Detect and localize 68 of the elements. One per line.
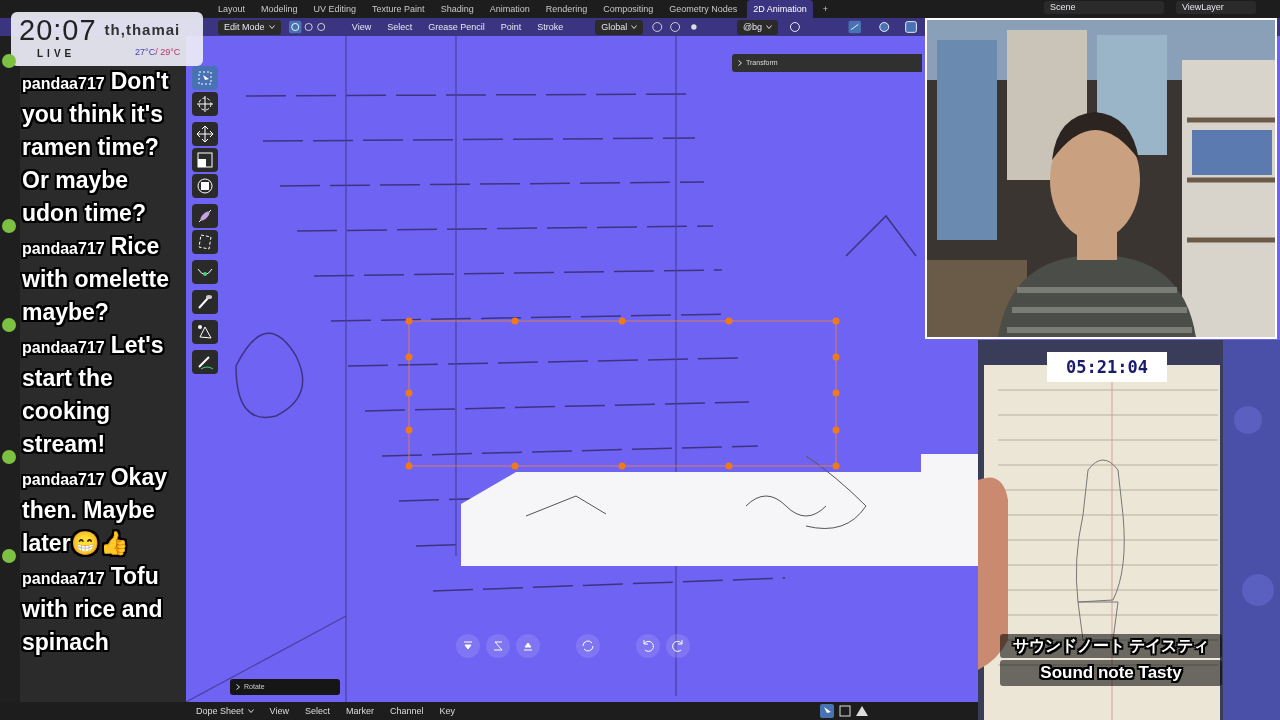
workspace-tab[interactable]: Shading	[434, 0, 480, 18]
tool-button[interactable]	[192, 230, 218, 254]
mode-dropdown[interactable]: Edit Mode	[218, 19, 281, 35]
workspace-tab[interactable]: 2D Animation	[747, 0, 813, 18]
timer-display: 05:21:04	[1047, 352, 1167, 382]
tool-button[interactable]	[192, 290, 218, 314]
workspace-tab[interactable]: Modeling	[255, 0, 304, 18]
workspace-tab[interactable]: Texture Paint	[366, 0, 431, 18]
workspace-tab[interactable]: Layout	[212, 0, 252, 18]
move-icon	[195, 124, 215, 144]
undo-button[interactable]	[636, 634, 660, 658]
scene-field[interactable]: Scene	[1044, 1, 1164, 14]
workspace-tab[interactable]: Animation	[483, 0, 536, 18]
workspace-tab[interactable]: Rendering	[539, 0, 594, 18]
chat-message: pandaa717 Rice with omelette maybe?	[22, 232, 170, 327]
caption-text: Sound note Tasty	[1000, 660, 1222, 686]
location-text: th,thamai	[104, 20, 181, 40]
chat-message: pandaa717 Tofu with rice and spinach	[22, 562, 164, 657]
bottom-menu[interactable]: Channel	[389, 702, 424, 720]
header-menu[interactable]: Point	[500, 18, 522, 36]
select-box-icon	[195, 68, 215, 88]
caret-icon	[631, 25, 638, 29]
bottom-menu[interactable]: Marker	[345, 702, 374, 720]
workspace-tab[interactable]: Compositing	[597, 0, 660, 18]
chat-message: pandaa717 Let's start the cooking stream!	[22, 331, 165, 459]
select-mode-icon[interactable]	[288, 20, 328, 34]
arrow-down-button[interactable]	[456, 634, 480, 658]
cursor-icon	[195, 94, 215, 114]
caret-icon	[247, 709, 254, 713]
tool-button[interactable]	[192, 204, 218, 228]
scale-icon	[195, 150, 215, 170]
bottom-menu[interactable]: Key	[439, 702, 455, 720]
orientation-dropdown[interactable]: Global	[595, 19, 644, 35]
layer-dropdown[interactable]: @bg	[736, 19, 779, 35]
arrow-up-button[interactable]	[516, 634, 540, 658]
chat-message: pandaa717 Don't you think it's ramen time? Or maybe udon time?	[22, 67, 170, 228]
tool-button[interactable]	[192, 320, 218, 344]
chevron-icon	[738, 60, 742, 66]
transform-icon	[195, 176, 215, 196]
editor-type-dropdown[interactable]: Dope Sheet	[196, 702, 254, 720]
tool-button[interactable]	[192, 350, 218, 374]
chevron-icon	[236, 684, 240, 690]
caret-icon	[268, 25, 275, 29]
bottom-menu[interactable]: Select	[304, 702, 330, 720]
add-tab-button[interactable]: +	[816, 0, 835, 18]
workspace-tab[interactable]: Geometry Nodes	[663, 0, 744, 18]
header-menu[interactable]: Grease Pencil	[428, 18, 485, 36]
tool-button[interactable]	[192, 260, 218, 284]
tool-button[interactable]	[192, 122, 218, 146]
caption-text: サウンドノート テイスティ	[1000, 634, 1222, 658]
tool-button[interactable]	[192, 92, 218, 116]
workspace-tab[interactable]: UV Editing	[307, 0, 363, 18]
redo-button[interactable]	[666, 634, 690, 658]
caret-icon	[766, 25, 773, 29]
tool-button[interactable]	[192, 148, 218, 172]
shear-icon	[195, 232, 215, 252]
chat-message: pandaa717 Okay then. Maybe later😁👍	[22, 463, 168, 558]
header-menu[interactable]: Select	[387, 18, 413, 36]
live-label: LIVE	[36, 47, 77, 61]
header-menu[interactable]: Stroke	[537, 18, 564, 36]
triangle-icon	[195, 322, 215, 342]
clock-time: 20:07	[19, 15, 97, 46]
high-temperature: / 29°C	[155, 45, 181, 59]
cycle-button[interactable]	[576, 634, 600, 658]
bottom-menu[interactable]: View	[269, 702, 289, 720]
header-menu[interactable]: View	[351, 18, 372, 36]
tool-button[interactable]	[192, 174, 218, 198]
view-layer-field[interactable]: ViewLayer	[1176, 1, 1256, 14]
